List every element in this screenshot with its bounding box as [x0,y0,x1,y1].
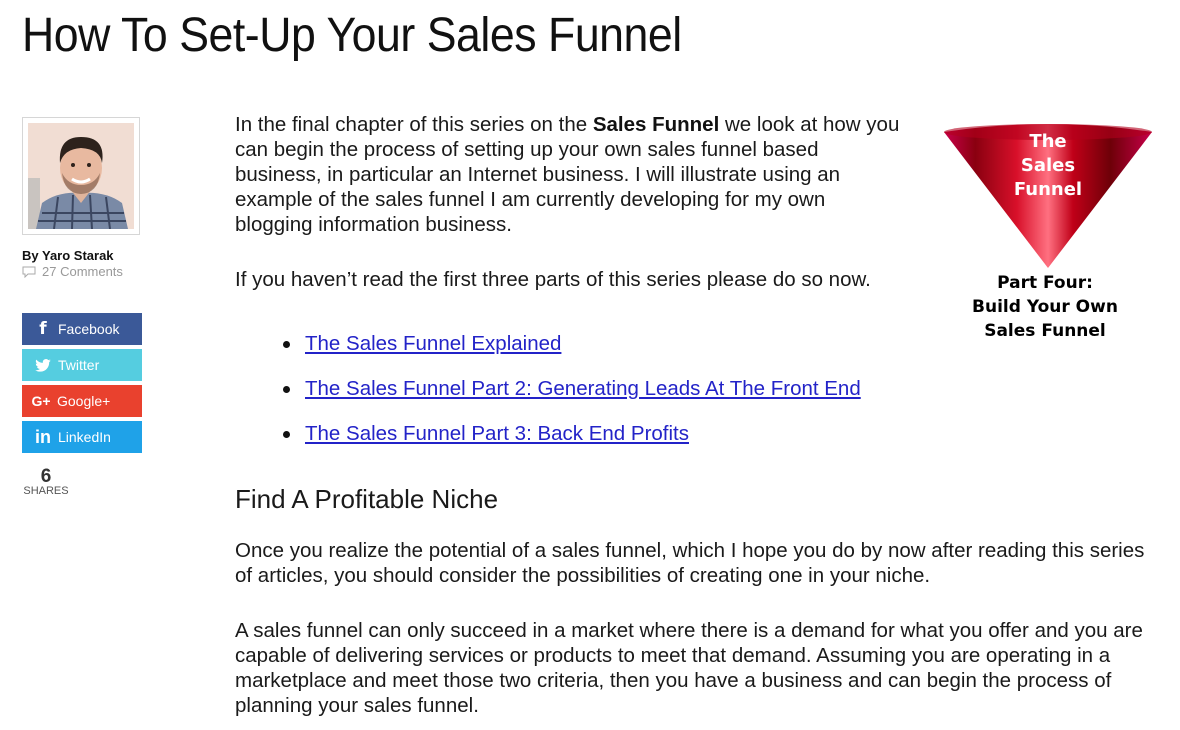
comments-count: 27 Comments [42,264,123,279]
intro-bold-term: Sales Funnel [592,113,720,136]
twitter-icon [34,358,52,372]
series-link-3[interactable]: The Sales Funnel Part 3: Back End Profit… [305,420,689,448]
caption-line-2: Build Your Own [972,297,1118,317]
google-plus-share-button[interactable]: G+ Google+ [22,385,142,417]
series-link-1[interactable]: The Sales Funnel Explained [305,330,561,358]
funnel-line-2: Sales [1020,155,1076,176]
linkedin-label: LinkedIn [58,429,111,445]
list-item: The Sales Funnel Explained [283,330,861,375]
series-link-2[interactable]: The Sales Funnel Part 2: Generating Lead… [305,375,861,403]
series-links-list: The Sales Funnel Explained The Sales Fun… [283,330,861,465]
caption-line-1: Part Four: [997,273,1093,293]
avatar-photo [28,123,134,229]
paragraph-market: A sales funnel can only succeed in a mar… [235,619,1143,717]
share-count-label: SHARES [23,485,69,497]
funnel-line-1: The [1029,131,1067,152]
facebook-icon: f [39,319,47,339]
list-item: The Sales Funnel Part 2: Generating Lead… [283,375,861,420]
author-byline[interactable]: By Yaro Starak [22,248,114,263]
funnel-caption: Part Four: Build Your Own Sales Funnel [935,271,1155,343]
funnel-line-3: Funnel [1013,179,1083,200]
linkedin-icon: in [35,426,51,447]
facebook-share-button[interactable]: f Facebook [22,313,142,345]
caption-line-3: Sales Funnel [984,321,1106,341]
intro-text-start: In the final chapter of this series on t… [235,113,593,136]
google-plus-icon: G+ [31,393,51,409]
page-title: How To Set-Up Your Sales Funnel [22,9,682,62]
facebook-label: Facebook [58,321,120,337]
linkedin-share-button[interactable]: in LinkedIn [22,421,142,453]
speech-bubble-icon [22,266,36,278]
list-item: The Sales Funnel Part 3: Back End Profit… [283,420,861,465]
bullet [283,431,290,438]
read-prompt: If you haven’t read the first three part… [235,268,871,291]
intro-paragraph: In the final chapter of this series on t… [235,112,905,237]
author-avatar[interactable] [22,117,140,235]
funnel-title: The Sales Funnel [935,130,1161,202]
bullet [283,341,290,348]
bullet [283,386,290,393]
twitter-share-button[interactable]: Twitter [22,349,142,381]
section-heading: Find A Profitable Niche [235,484,499,514]
sales-funnel-image: The Sales Funnel Part Four: Build Your O… [935,112,1160,347]
google-plus-label: Google+ [57,393,111,409]
twitter-label: Twitter [58,357,100,373]
comments-link[interactable]: 27 Comments [22,264,123,279]
paragraph-niche: Once you realize the potential of a sale… [235,539,1145,587]
